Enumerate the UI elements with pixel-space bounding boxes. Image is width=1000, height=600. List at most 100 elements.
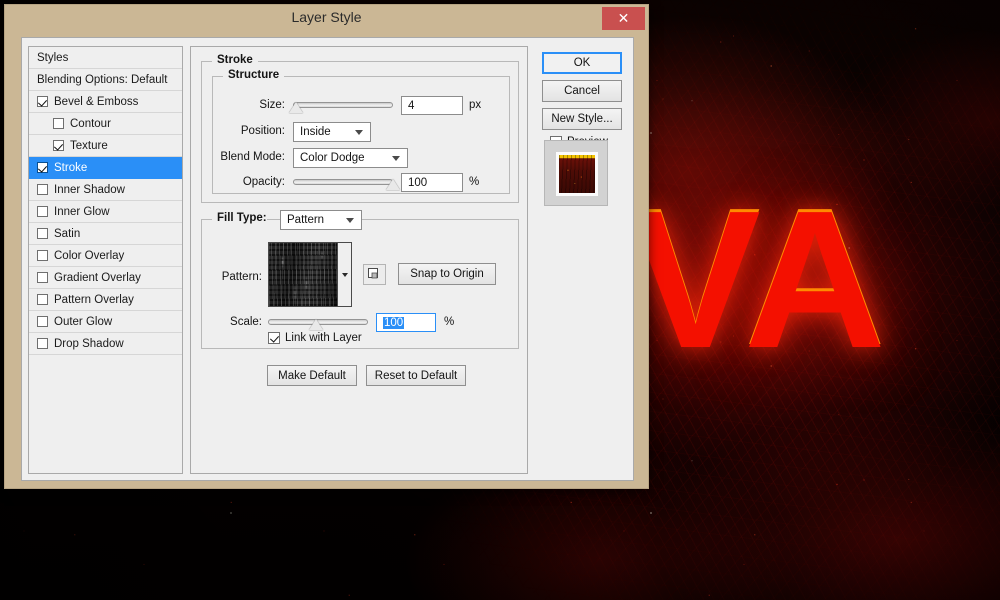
reset-to-default-button[interactable]: Reset to Default [366,365,466,386]
styles-header[interactable]: Styles [29,47,182,69]
opacity-slider-track [293,179,393,185]
chevron-down-icon [341,272,348,277]
dialog-title: Layer Style [291,9,362,25]
link-with-layer-checkbox[interactable]: Link with Layer [268,332,362,344]
checkbox-icon[interactable] [37,228,48,239]
style-effect-row[interactable]: Drop Shadow [29,333,182,355]
checkbox-icon[interactable] [37,316,48,327]
new-pattern-icon[interactable] [363,264,386,285]
make-default-button[interactable]: Make Default [267,365,357,386]
checkbox-icon[interactable] [37,250,48,261]
style-effect-row[interactable]: Satin [29,223,182,245]
style-effect-row[interactable]: Pattern Overlay [29,289,182,311]
size-label: Size: [259,99,285,111]
new-style-button[interactable]: New Style... [542,108,622,130]
lava-text-artwork: VA [630,170,886,389]
preview-thumbnail [544,140,608,206]
opacity-slider[interactable] [293,175,400,191]
fill-type-label: Fill Type: [212,212,267,224]
pattern-swatch[interactable] [268,242,338,307]
blending-options-row[interactable]: Blending Options: Default [29,69,182,91]
pattern-texture-preview [269,243,337,306]
size-slider-track [293,102,393,108]
size-slider-thumb[interactable] [289,102,303,113]
checkbox-icon [268,332,280,344]
size-slider[interactable] [289,98,393,114]
scale-label: Scale: [230,316,262,328]
structure-group: Structure Size: 4 px Position: Inside Bl… [212,69,510,194]
scale-input[interactable]: 100 [376,313,436,332]
checkbox-icon[interactable] [37,294,48,305]
style-effect-label: Texture [70,139,108,152]
style-effect-label: Drop Shadow [54,337,124,350]
checkbox-icon[interactable] [53,140,64,151]
position-value: Inside [300,126,331,138]
size-value: 4 [408,99,415,112]
chevron-down-icon [346,218,354,223]
checkbox-icon[interactable] [37,206,48,217]
blending-options-label: Blending Options: Default [37,73,168,86]
size-unit: px [469,99,482,111]
styles-list-empty-space [29,355,182,473]
style-effect-row[interactable]: Stroke [29,157,182,179]
size-input[interactable]: 4 [401,96,463,115]
fill-type-group: Fill Type: Pattern Pattern: Snap to Orig… [201,210,519,349]
snap-to-origin-button[interactable]: Snap to Origin [398,263,496,285]
opacity-label: Opacity: [242,176,285,188]
fill-type-select[interactable]: Pattern [280,210,362,230]
chevron-down-icon [392,156,400,161]
position-label: Position: [240,125,285,137]
style-effect-row[interactable]: Bevel & Emboss [29,91,182,113]
checkbox-icon[interactable] [37,338,48,349]
style-effect-row[interactable]: Texture [29,135,182,157]
cancel-button[interactable]: Cancel [542,80,622,102]
style-effect-label: Color Overlay [54,249,125,262]
opacity-input[interactable]: 100 [401,173,463,192]
preview-thumbnail-artwork [559,155,595,193]
style-effect-label: Inner Glow [54,205,110,218]
style-effect-label: Pattern Overlay [54,293,134,306]
pattern-dropdown-button[interactable] [338,242,352,307]
dialog-actions-panel: OK Cancel New Style... Preview [534,46,629,474]
position-select[interactable]: Inside [293,122,371,142]
scale-value: 100 [383,316,405,329]
checkbox-icon[interactable] [37,96,48,107]
opacity-value: 100 [408,176,428,189]
dialog-titlebar: Layer Style ✕ [5,5,648,33]
scale-slider[interactable] [268,315,368,331]
new-pattern-glyph [368,268,378,279]
style-effects-list: Bevel & Emboss Contour Texture Stroke Inner … [29,91,182,355]
pattern-label: Pattern: [221,271,262,283]
style-effect-row[interactable]: Outer Glow [29,311,182,333]
ok-button[interactable]: OK [542,52,622,74]
checkbox-icon[interactable] [53,118,64,129]
stroke-group: Stroke Structure Size: 4 px Position: In… [201,54,519,203]
style-effect-label: Bevel & Emboss [54,95,139,108]
style-effect-label: Satin [54,227,81,240]
stroke-group-label: Stroke [212,54,258,66]
checkbox-icon[interactable] [37,272,48,283]
scale-unit: % [444,316,455,328]
opacity-slider-thumb[interactable] [386,179,400,190]
dialog-body: Styles Blending Options: Default Bevel &… [21,37,634,481]
style-effect-label: Inner Shadow [54,183,125,196]
style-effect-row[interactable]: Gradient Overlay [29,267,182,289]
checkbox-icon[interactable] [37,184,48,195]
blend-mode-select[interactable]: Color Dodge [293,148,408,168]
checkbox-icon[interactable] [37,162,48,173]
close-icon[interactable]: ✕ [602,7,645,30]
chevron-down-icon [355,130,363,135]
blend-mode-label: Blend Mode: [220,151,285,163]
styles-list-panel: Styles Blending Options: Default Bevel &… [28,46,183,474]
link-with-layer-label: Link with Layer [285,332,362,344]
style-effect-row[interactable]: Inner Glow [29,201,182,223]
scale-slider-thumb[interactable] [309,319,323,330]
fill-type-value: Pattern [287,214,325,226]
structure-group-label: Structure [223,69,285,81]
stroke-settings-panel: Stroke Structure Size: 4 px Position: In… [190,46,528,474]
blend-mode-value: Color Dodge [300,152,365,164]
style-effect-row[interactable]: Color Overlay [29,245,182,267]
styles-header-label: Styles [37,51,69,64]
style-effect-row[interactable]: Contour [29,113,182,135]
style-effect-row[interactable]: Inner Shadow [29,179,182,201]
